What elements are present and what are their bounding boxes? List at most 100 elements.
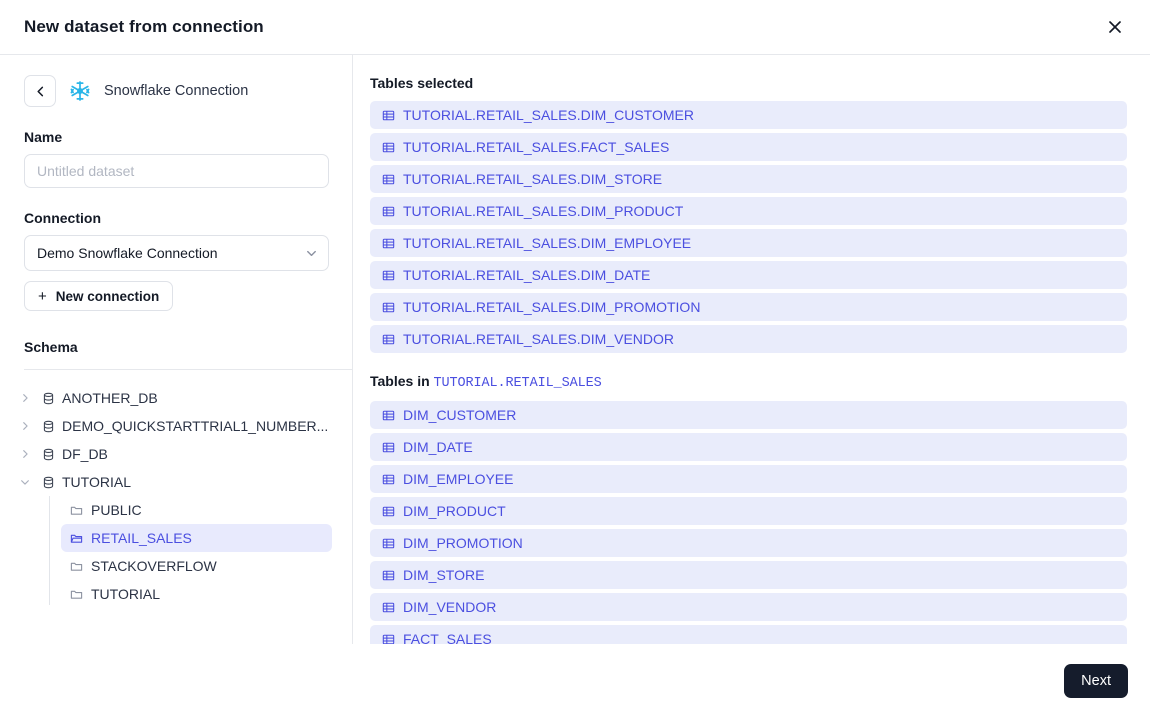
tree-item-label: ANOTHER_DB bbox=[62, 390, 158, 406]
connection-select-wrapper: Demo Snowflake Connection bbox=[24, 235, 329, 271]
folder-icon bbox=[70, 560, 83, 573]
table-name: FACT_SALES bbox=[403, 631, 492, 644]
table-icon bbox=[382, 569, 395, 582]
available-tables-list: DIM_CUSTOMER DIM_DATE DIM_EMPLOYEE DIM_P… bbox=[370, 401, 1127, 644]
connection-sidebar: Snowflake Connection Name Connection Dem… bbox=[0, 55, 353, 644]
new-dataset-dialog: New dataset from connection Snowflake Co… bbox=[0, 0, 1150, 717]
sidebar-item-schema[interactable]: STACKOVERFLOW bbox=[61, 552, 332, 580]
list-item[interactable]: TUTORIAL.RETAIL_SALES.DIM_VENDOR bbox=[370, 325, 1127, 353]
table-name: DIM_STORE bbox=[403, 567, 485, 583]
list-item[interactable]: TUTORIAL.RETAIL_SALES.DIM_PROMOTION bbox=[370, 293, 1127, 321]
tree-item-label: DEMO_QUICKSTARTTRIAL1_NUMBER... bbox=[62, 418, 329, 434]
table-icon bbox=[382, 601, 395, 614]
list-item[interactable]: DIM_DATE bbox=[370, 433, 1127, 461]
folder-icon bbox=[70, 504, 83, 517]
table-name: TUTORIAL.RETAIL_SALES.DIM_PRODUCT bbox=[403, 203, 684, 219]
tree-item-database[interactable]: DF_DB bbox=[0, 440, 332, 468]
table-icon bbox=[382, 205, 395, 218]
table-icon bbox=[382, 505, 395, 518]
list-item[interactable]: TUTORIAL.RETAIL_SALES.DIM_PRODUCT bbox=[370, 197, 1127, 225]
table-name: DIM_EMPLOYEE bbox=[403, 471, 514, 487]
snowflake-icon bbox=[70, 81, 90, 101]
table-icon bbox=[382, 237, 395, 250]
schema-list: PUBLIC RETAIL_SALES STACKOVERFLOW TUTORI… bbox=[49, 496, 352, 608]
sidebar-item-schema[interactable]: TUTORIAL bbox=[61, 580, 332, 608]
tree-item-database[interactable]: ANOTHER_DB bbox=[0, 384, 332, 412]
chevron-left-icon bbox=[36, 86, 43, 96]
list-item[interactable]: FACT_SALES bbox=[370, 625, 1127, 644]
table-icon bbox=[382, 109, 395, 122]
tables-in-schema-heading: Tables in TUTORIAL.RETAIL_SALES bbox=[370, 373, 1127, 391]
next-button[interactable]: Next bbox=[1064, 663, 1128, 698]
list-item[interactable]: TUTORIAL.RETAIL_SALES.FACT_SALES bbox=[370, 133, 1127, 161]
schema-path: TUTORIAL.RETAIL_SALES bbox=[433, 376, 602, 391]
table-name: TUTORIAL.RETAIL_SALES.DIM_CUSTOMER bbox=[403, 107, 694, 123]
database-icon bbox=[42, 420, 55, 433]
tree-item-database-expanded[interactable]: TUTORIAL bbox=[0, 468, 332, 496]
plus-icon: + bbox=[38, 287, 47, 305]
connection-header: Snowflake Connection bbox=[24, 75, 328, 107]
schema-tree: ANOTHER_DB DEMO_QUICKSTARTTRIAL1_NUMBER.… bbox=[0, 370, 352, 644]
list-item[interactable]: TUTORIAL.RETAIL_SALES.DIM_STORE bbox=[370, 165, 1127, 193]
list-item[interactable]: TUTORIAL.RETAIL_SALES.DIM_EMPLOYEE bbox=[370, 229, 1127, 257]
folder-icon bbox=[70, 588, 83, 601]
table-name: TUTORIAL.RETAIL_SALES.DIM_PROMOTION bbox=[403, 299, 701, 315]
connection-select[interactable]: Demo Snowflake Connection bbox=[24, 235, 329, 271]
schema-label: RETAIL_SALES bbox=[91, 530, 192, 546]
tree-item-label: DF_DB bbox=[62, 446, 108, 462]
table-icon bbox=[382, 633, 395, 645]
table-name: TUTORIAL.RETAIL_SALES.DIM_STORE bbox=[403, 171, 663, 187]
table-icon bbox=[382, 333, 395, 346]
table-icon bbox=[382, 301, 395, 314]
name-field-label: Name bbox=[24, 129, 63, 145]
schema-label: TUTORIAL bbox=[91, 586, 160, 602]
schema-label: PUBLIC bbox=[91, 502, 142, 518]
list-item[interactable]: TUTORIAL.RETAIL_SALES.DIM_DATE bbox=[370, 261, 1127, 289]
connection-type-label: Snowflake Connection bbox=[104, 83, 249, 99]
selected-tables-list: TUTORIAL.RETAIL_SALES.DIM_CUSTOMER TUTOR… bbox=[370, 101, 1127, 353]
close-icon[interactable] bbox=[1100, 12, 1130, 42]
database-icon bbox=[42, 448, 55, 461]
list-item[interactable]: DIM_CUSTOMER bbox=[370, 401, 1127, 429]
list-item[interactable]: DIM_EMPLOYEE bbox=[370, 465, 1127, 493]
list-item[interactable]: TUTORIAL.RETAIL_SALES.DIM_CUSTOMER bbox=[370, 101, 1127, 129]
table-icon bbox=[382, 409, 395, 422]
connection-field-label: Connection bbox=[24, 210, 101, 226]
table-name: DIM_PRODUCT bbox=[403, 503, 506, 519]
tree-item-label: TUTORIAL bbox=[62, 474, 131, 490]
connection-select-value: Demo Snowflake Connection bbox=[37, 245, 218, 261]
tree-item-database[interactable]: DEMO_QUICKSTARTTRIAL1_NUMBER... bbox=[0, 412, 332, 440]
table-icon bbox=[382, 473, 395, 486]
chevron-right-icon bbox=[20, 421, 30, 431]
table-name: TUTORIAL.RETAIL_SALES.DIM_EMPLOYEE bbox=[403, 235, 692, 251]
sidebar-item-schema-selected[interactable]: RETAIL_SALES bbox=[61, 524, 332, 552]
new-connection-button[interactable]: + New connection bbox=[24, 281, 174, 311]
table-name: DIM_DATE bbox=[403, 439, 473, 455]
schema-section-title: Schema bbox=[24, 339, 78, 355]
list-item[interactable]: DIM_STORE bbox=[370, 561, 1127, 589]
list-item[interactable]: DIM_VENDOR bbox=[370, 593, 1127, 621]
tables-selected-heading: Tables selected bbox=[370, 75, 474, 91]
database-icon bbox=[42, 392, 55, 405]
list-item[interactable]: DIM_PROMOTION bbox=[370, 529, 1127, 557]
table-name: DIM_CUSTOMER bbox=[403, 407, 517, 423]
sidebar-item-schema[interactable]: PUBLIC bbox=[61, 496, 332, 524]
folder-open-icon bbox=[70, 532, 83, 545]
table-name: DIM_PROMOTION bbox=[403, 535, 523, 551]
table-name: TUTORIAL.RETAIL_SALES.DIM_DATE bbox=[403, 267, 651, 283]
dataset-name-input[interactable] bbox=[24, 154, 329, 188]
dialog-footer: Next bbox=[0, 644, 1150, 717]
back-button[interactable] bbox=[24, 75, 56, 107]
chevron-down-icon bbox=[20, 477, 30, 487]
chevron-right-icon bbox=[20, 449, 30, 459]
table-icon bbox=[382, 441, 395, 454]
table-name: TUTORIAL.RETAIL_SALES.DIM_VENDOR bbox=[403, 331, 674, 347]
new-connection-label: New connection bbox=[55, 288, 160, 304]
table-icon bbox=[382, 269, 395, 282]
sidebar-form: Snowflake Connection Name Connection Dem… bbox=[0, 75, 352, 311]
table-icon bbox=[382, 537, 395, 550]
table-icon bbox=[382, 173, 395, 186]
tables-in-label: Tables in bbox=[370, 373, 430, 389]
list-item[interactable]: DIM_PRODUCT bbox=[370, 497, 1127, 525]
database-icon bbox=[42, 476, 55, 489]
